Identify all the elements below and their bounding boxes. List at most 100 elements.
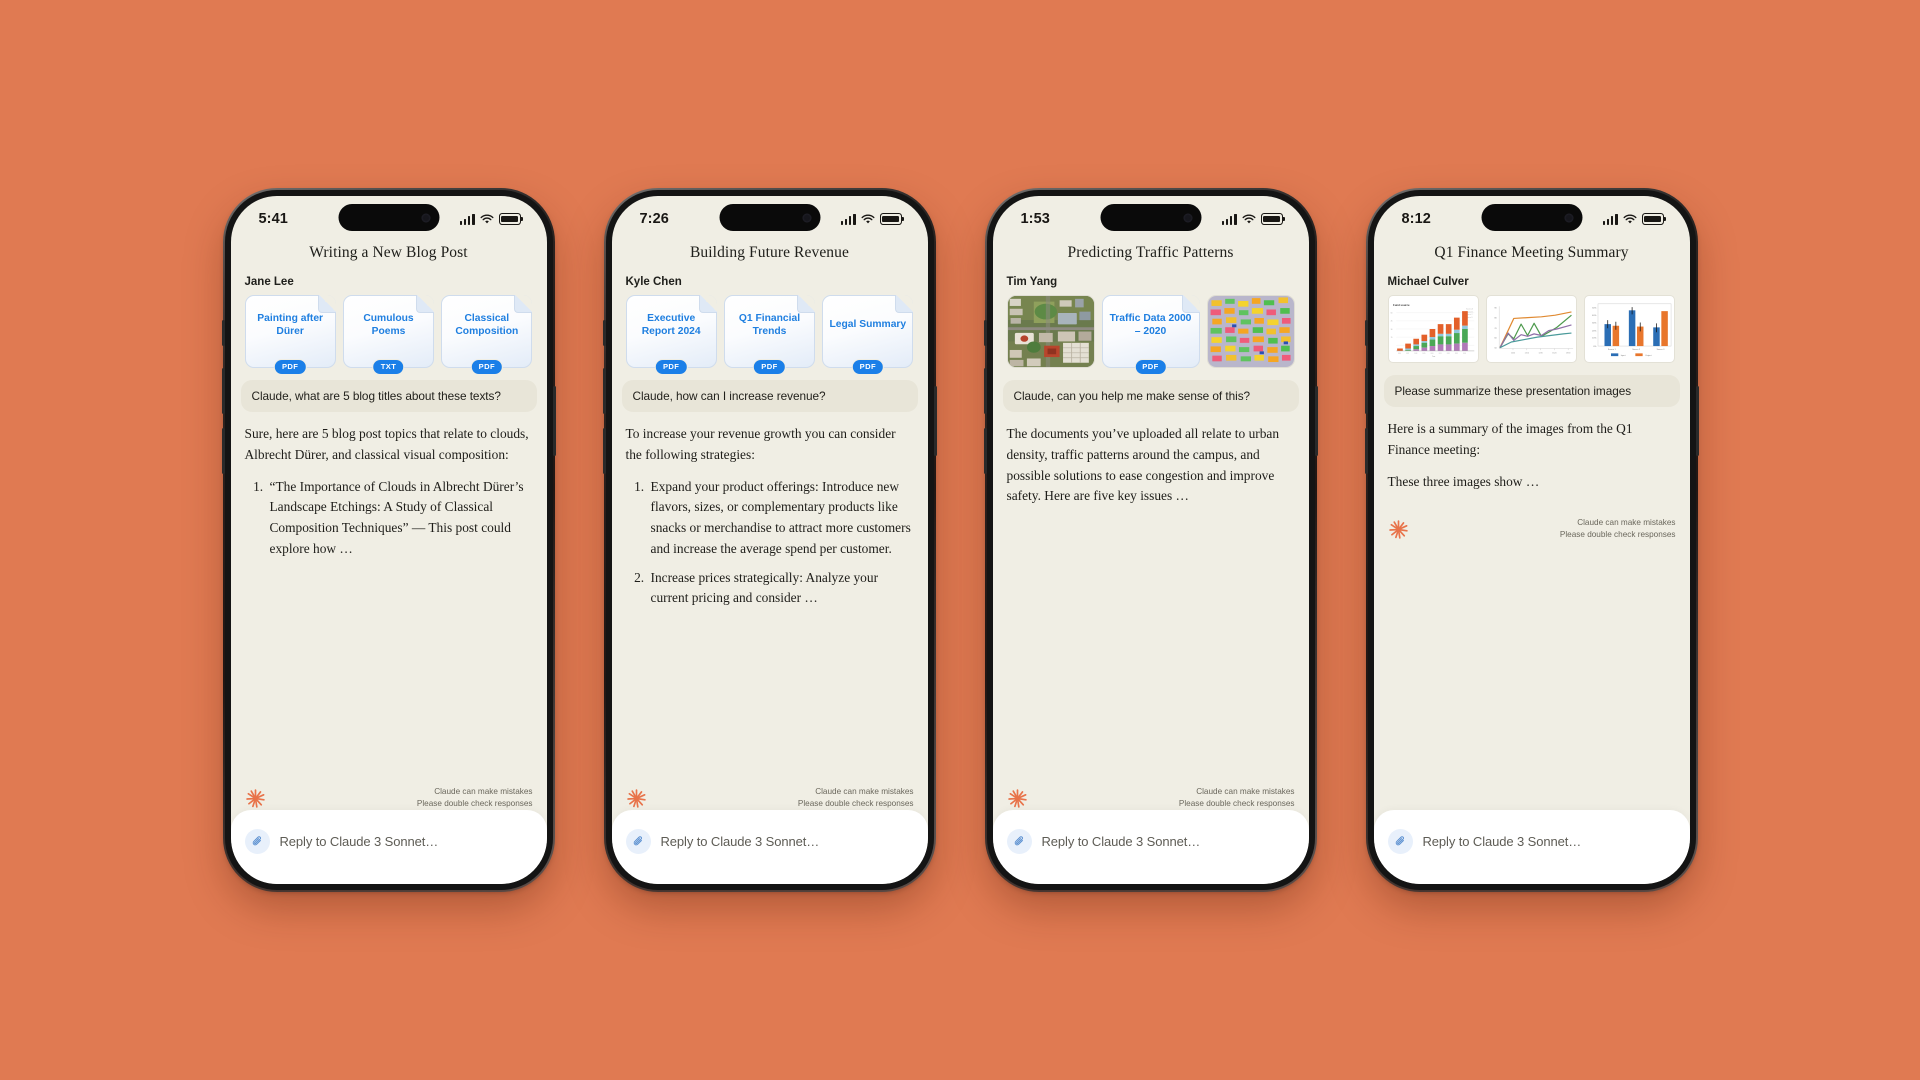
power-button[interactable] (933, 386, 937, 456)
volume-down-button[interactable] (983, 428, 987, 474)
volume-down-button[interactable] (221, 428, 225, 474)
user-message: Claude, can you help me make sense of th… (1002, 380, 1299, 412)
assistant-response: Sure, here are 5 blog post topics that r… (231, 416, 547, 568)
attach-file-button[interactable] (1387, 829, 1413, 854)
attachment-document[interactable]: Traffic Data 2000 – 2020 PDF (1101, 295, 1200, 375)
claude-sunburst-logo (1388, 519, 1408, 539)
svg-text:2016: 2016 (1398, 353, 1401, 355)
attachment-name: Executive Report 2024 (641, 312, 701, 337)
dynamic-island (1481, 204, 1582, 231)
assistant-intro: Sure, here are 5 blog post topics that r… (244, 426, 529, 462)
assistant-response: Here is a summary of the images from the… (1374, 411, 1690, 503)
phone-screen-4: 8:12 Q1 Finance Meeting Summary Michael … (1373, 196, 1690, 884)
composer-placeholder: Reply to Claude 3 Sonnet… (1422, 834, 1582, 849)
disclaimer-row: Claude can make mistakes Please double c… (993, 776, 1309, 810)
dynamic-island (1100, 204, 1201, 231)
file-type-badge: PDF (1134, 358, 1167, 375)
volume-up-button[interactable] (983, 368, 987, 414)
power-button[interactable] (1314, 386, 1318, 456)
attachment-stacked-bar-chart[interactable]: Fund source 60 45 30 15 Source A Source B (1387, 295, 1479, 363)
wifi-icon (480, 213, 493, 223)
message-composer[interactable]: Reply to Claude 3 Sonnet… (230, 810, 547, 884)
phone-device-1: 5:41 Writing a New Blog Post Jane Lee Pa… (221, 188, 556, 892)
message-composer[interactable]: Reply to Claude 3 Sonnet… (1373, 810, 1690, 884)
svg-text:Source 1: Source 1 (1608, 349, 1616, 351)
svg-text:2019: 2019 (1422, 353, 1425, 355)
dynamic-island (338, 204, 439, 231)
composer-placeholder: Reply to Claude 3 Sonnet… (660, 834, 820, 849)
attachment-row: Painting after Dürer PDF Cumulous Poems … (231, 295, 547, 375)
page-title: Q1 Finance Meeting Summary (1434, 244, 1629, 261)
paperclip-icon (1014, 836, 1023, 846)
multi-line-chart-thumbnail: 9080 706050 1050 1250 1470 1620 1890 (1486, 299, 1577, 359)
attachment-line-chart[interactable]: 90 80 70 60 50 1050 1250 1470 1620 1890 (1485, 295, 1578, 363)
cellular-signal-icon (840, 213, 856, 225)
page-fold-icon (1181, 295, 1200, 313)
phone-device-3: 1:53 Predicting Traffic Patterns Tim Yan… (983, 188, 1318, 892)
composer-placeholder: Reply to Claude 3 Sonnet… (1041, 834, 1201, 849)
page-fold-icon (895, 295, 914, 313)
power-button[interactable] (1695, 386, 1699, 456)
svg-text:2020: 2020 (1430, 353, 1433, 355)
power-button[interactable] (552, 386, 556, 456)
svg-text:50%: 50% (1592, 308, 1596, 310)
attach-file-button[interactable] (244, 829, 270, 854)
battery-icon (1260, 213, 1283, 225)
page-fold-icon (698, 295, 717, 313)
volume-up-button[interactable] (221, 368, 225, 414)
volume-up-button[interactable] (1364, 368, 1368, 414)
attachment-name: Cumulous Poems (363, 312, 414, 337)
svg-text:2023: 2023 (1454, 353, 1457, 355)
phone-device-2: 7:26 Building Future Revenue Kyle Chen E… (602, 188, 937, 892)
disclaimer-row: Claude can make mistakes Please double c… (231, 776, 547, 810)
paperclip-icon (1395, 836, 1404, 846)
mute-switch[interactable] (983, 320, 987, 346)
file-type-badge: PDF (273, 358, 307, 375)
status-icons (1602, 213, 1664, 225)
attachment-document[interactable]: Painting after Dürer PDF (244, 295, 336, 375)
composer-wrapper: Reply to Claude 3 Sonnet… (1373, 810, 1690, 884)
volume-up-button[interactable] (602, 368, 606, 414)
composer-placeholder: Reply to Claude 3 Sonnet… (279, 834, 439, 849)
user-message: Claude, how can I increase revenue? (621, 380, 918, 412)
conversation-4: Q1 Finance Meeting Summary Michael Culve… (1374, 242, 1690, 810)
status-time: 8:12 (1401, 211, 1431, 227)
status-bar: 1:53 (993, 196, 1309, 242)
page-title: Building Future Revenue (689, 244, 849, 261)
page-fold-icon (416, 295, 435, 313)
attachment-document[interactable]: Cumulous Poems TXT (342, 295, 435, 375)
svg-text:2018: 2018 (1414, 353, 1417, 355)
svg-text:1470: 1470 (1538, 352, 1542, 354)
page-fold-icon (317, 295, 336, 313)
volume-down-button[interactable] (1364, 428, 1368, 474)
message-composer[interactable]: Reply to Claude 3 Sonnet… (992, 810, 1309, 884)
mute-switch[interactable] (602, 320, 606, 346)
attachment-document[interactable]: Legal Summary PDF (822, 295, 914, 375)
sender-name: Kyle Chen (625, 276, 682, 288)
sender-name: Michael Culver (1387, 276, 1469, 288)
message-composer[interactable]: Reply to Claude 3 Sonnet… (611, 810, 928, 884)
attachment-stickynotes-photo[interactable] (1206, 295, 1295, 368)
battery-icon (498, 213, 521, 225)
disclaimer-line-1: Claude can make mistakes (1577, 518, 1676, 528)
volume-down-button[interactable] (602, 428, 606, 474)
status-time: 5:41 (258, 211, 288, 227)
conversation-2: Building Future Revenue Kyle Chen Execut… (612, 242, 928, 810)
attachment-aerial-photo[interactable] (1006, 295, 1095, 368)
claude-sunburst-logo (626, 788, 646, 808)
attach-file-button[interactable] (625, 829, 651, 854)
status-time: 1:53 (1020, 211, 1050, 227)
status-icons (459, 213, 521, 225)
attachment-document[interactable]: Classical Composition PDF (441, 295, 533, 375)
file-type-badge: TXT (372, 358, 405, 375)
mute-switch[interactable] (221, 320, 225, 346)
status-bar: 8:12 (1374, 196, 1690, 242)
attachment-document[interactable]: Q1 Financial Trends PDF (723, 295, 816, 375)
assistant-intro: The documents you’ve uploaded all relate… (1006, 426, 1280, 504)
attachment-grouped-bar-chart[interactable]: 50% 40% 30% 20% 10% 0% Source 1 Source 2… (1584, 295, 1676, 363)
attachment-document[interactable]: Executive Report 2024 PDF (625, 295, 717, 375)
svg-text:1620: 1620 (1552, 352, 1556, 354)
mute-switch[interactable] (1364, 320, 1368, 346)
battery-icon (879, 213, 902, 225)
attach-file-button[interactable] (1006, 829, 1032, 854)
